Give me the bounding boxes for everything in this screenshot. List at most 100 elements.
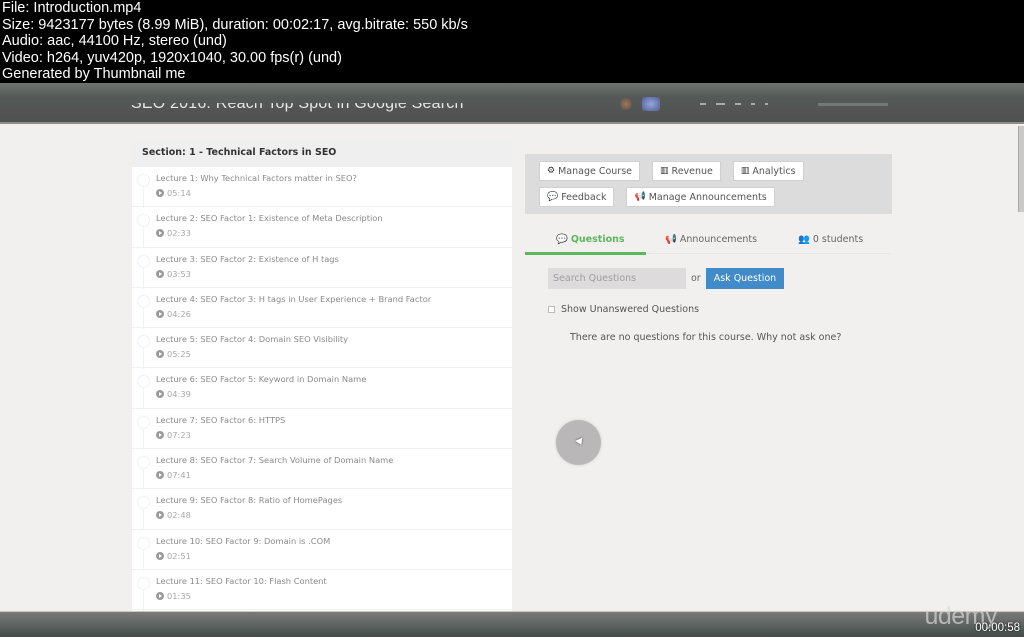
lecture-item[interactable]: Lecture 4: SEO Factor 3: H tags in User … bbox=[132, 288, 512, 329]
completion-circle-icon[interactable] bbox=[137, 214, 150, 228]
user-avatar-icon[interactable] bbox=[620, 98, 632, 110]
bullhorn-icon: 📢 bbox=[634, 192, 646, 202]
timeline-line bbox=[143, 267, 144, 289]
manage-course-button[interactable]: ⚙ Manage Course bbox=[539, 161, 640, 181]
manage-announcements-button[interactable]: 📢 Manage Announcements bbox=[626, 187, 775, 207]
timeline-line bbox=[143, 509, 144, 531]
users-icon: 👥 bbox=[798, 234, 810, 245]
menu-item-icon[interactable] bbox=[700, 103, 706, 105]
timeline-line bbox=[143, 227, 144, 249]
click-highlight bbox=[556, 420, 601, 465]
completion-circle-icon[interactable] bbox=[137, 496, 150, 510]
lecture-title: Lecture 11: SEO Factor 10: Flash Content bbox=[156, 575, 327, 586]
header-icons bbox=[620, 97, 888, 111]
lecture-item[interactable]: Lecture 11: SEO Factor 10: Flash Content… bbox=[132, 570, 512, 611]
lecture-duration: 03:53 bbox=[156, 269, 512, 279]
meta-file: File: Introduction.mp4 bbox=[2, 0, 142, 16]
completion-circle-icon[interactable] bbox=[137, 576, 150, 590]
duration-text: 05:25 bbox=[167, 349, 191, 360]
play-circle-icon bbox=[156, 430, 164, 439]
gear-icon: ⚙ bbox=[547, 166, 556, 176]
menu-item-icon[interactable] bbox=[716, 103, 725, 105]
mouse-cursor-icon bbox=[575, 437, 585, 447]
duration-text: 02:48 bbox=[167, 510, 191, 521]
timeline-line bbox=[143, 549, 144, 571]
completion-circle-icon[interactable] bbox=[137, 294, 150, 308]
completion-circle-icon[interactable] bbox=[137, 456, 150, 470]
duration-text: 03:53 bbox=[167, 268, 191, 279]
analytics-button[interactable]: ▥ Analytics bbox=[732, 161, 804, 181]
tab-students-label: 0 students bbox=[812, 234, 864, 245]
header-link[interactable] bbox=[818, 102, 888, 106]
instructor-actions-panel: ⚙ Manage Course ▥ Revenue ▥ Analytics 💬 … bbox=[525, 154, 892, 214]
lecture-title: Lecture 2: SEO Factor 1: Existence of Me… bbox=[156, 213, 383, 224]
lecture-item[interactable]: Lecture 7: SEO Factor 6: HTTPS 07:23 bbox=[132, 409, 512, 450]
course-header-bar: SEO 2016: Reach Top Spot in Google Searc… bbox=[0, 83, 1024, 124]
lecture-item[interactable]: Lecture 2: SEO Factor 1: Existence of Me… bbox=[132, 207, 512, 249]
lecture-duration: 02:48 bbox=[156, 510, 512, 520]
bullhorn-icon: 📢 bbox=[665, 234, 677, 245]
tab-questions-label: Questions bbox=[570, 234, 625, 245]
timeline-line bbox=[143, 388, 144, 410]
search-questions-input[interactable] bbox=[548, 268, 686, 289]
completion-circle-icon[interactable] bbox=[137, 335, 150, 349]
question-search-row: or Ask Question bbox=[548, 268, 785, 289]
duration-text: 04:39 bbox=[167, 389, 191, 400]
play-circle-icon bbox=[156, 551, 164, 560]
duration-text: 02:33 bbox=[167, 228, 191, 239]
lecture-item[interactable]: Lecture 10: SEO Factor 9: Domain is .COM… bbox=[132, 530, 512, 571]
lecture-item[interactable]: Lecture 5: SEO Factor 4: Domain SEO Visi… bbox=[132, 328, 512, 370]
video-frame: SEO 2016: Reach Top Spot in Google Searc… bbox=[0, 83, 1024, 637]
lecture-duration: 07:23 bbox=[156, 430, 512, 440]
analytics-label: Analytics bbox=[752, 165, 796, 177]
duration-text: 01:35 bbox=[167, 590, 191, 601]
tab-questions[interactable]: 💬 Questions bbox=[556, 234, 625, 245]
meta-generator: Generated by Thumbnail me bbox=[2, 66, 186, 83]
meta-size: Size: 9423177 bytes (8.99 MiB), duration… bbox=[2, 16, 468, 33]
ask-question-button[interactable]: Ask Question bbox=[705, 268, 785, 289]
timeline-line bbox=[143, 589, 144, 611]
menu-item-icon[interactable] bbox=[751, 103, 755, 105]
feedback-button[interactable]: 💬 Feedback bbox=[539, 187, 615, 207]
comments-icon: 💬 bbox=[556, 234, 568, 245]
completion-circle-icon[interactable] bbox=[137, 375, 150, 389]
play-circle-icon bbox=[156, 189, 164, 197]
manage-announcements-label: Manage Announcements bbox=[648, 191, 767, 203]
lecture-title: Lecture 4: SEO Factor 3: H tags in User … bbox=[156, 293, 432, 304]
duration-text: 07:23 bbox=[167, 429, 191, 440]
page-scrollbar[interactable] bbox=[1018, 126, 1024, 212]
revenue-button[interactable]: ▥ Revenue bbox=[652, 161, 721, 181]
menu-item-icon[interactable] bbox=[765, 103, 768, 105]
timeline-line bbox=[143, 187, 144, 208]
completion-circle-icon[interactable] bbox=[137, 174, 150, 187]
completion-circle-icon[interactable] bbox=[137, 254, 150, 268]
tab-announcements[interactable]: 📢 Announcements bbox=[665, 234, 757, 245]
show-unanswered-checkbox[interactable] bbox=[548, 306, 555, 313]
lecture-item[interactable]: Lecture 9: SEO Factor 8: Ratio of HomePa… bbox=[132, 489, 512, 531]
video-timestamp: 00:00:58 bbox=[975, 622, 1020, 634]
lecture-item[interactable]: Lecture 3: SEO Factor 2: Existence of H … bbox=[132, 248, 512, 289]
menu-item-icon[interactable] bbox=[735, 103, 741, 105]
lecture-title: Lecture 9: SEO Factor 8: Ratio of HomePa… bbox=[156, 495, 343, 506]
lecture-item[interactable]: Lecture 8: SEO Factor 7: Search Volume o… bbox=[132, 449, 512, 491]
avatar-icon[interactable] bbox=[642, 97, 660, 111]
tab-students[interactable]: 👥 0 students bbox=[798, 234, 863, 245]
timeline-line bbox=[143, 469, 144, 491]
lecture-title: Lecture 7: SEO Factor 6: HTTPS bbox=[156, 414, 286, 425]
comments-icon: 💬 bbox=[547, 192, 559, 202]
show-unanswered-toggle[interactable]: Show Unanswered Questions bbox=[548, 304, 699, 315]
completion-circle-icon[interactable] bbox=[137, 415, 150, 429]
lecture-item[interactable]: Lecture 1: Why Technical Factors matter … bbox=[132, 167, 512, 208]
lecture-duration: 04:39 bbox=[156, 389, 512, 399]
lecture-item[interactable]: Lecture 6: SEO Factor 5: Keyword in Doma… bbox=[132, 368, 512, 410]
lecture-title: Lecture 10: SEO Factor 9: Domain is .COM bbox=[156, 535, 331, 546]
meta-video: Video: h264, yuv420p, 1920x1040, 30.00 f… bbox=[2, 49, 342, 66]
duration-text: 07:41 bbox=[167, 470, 191, 481]
manage-course-label: Manage Course bbox=[558, 165, 632, 177]
lecture-title: Lecture 5: SEO Factor 4: Domain SEO Visi… bbox=[156, 334, 349, 345]
course-tabs: 💬 Questions 📢 Announcements 👥 0 students bbox=[525, 230, 890, 255]
completion-circle-icon[interactable] bbox=[137, 536, 150, 550]
curriculum-panel: Section: 1 - Technical Factors in SEO Le… bbox=[132, 142, 512, 612]
lecture-list: Lecture 1: Why Technical Factors matter … bbox=[132, 167, 512, 611]
duration-text: 05:14 bbox=[167, 188, 191, 198]
